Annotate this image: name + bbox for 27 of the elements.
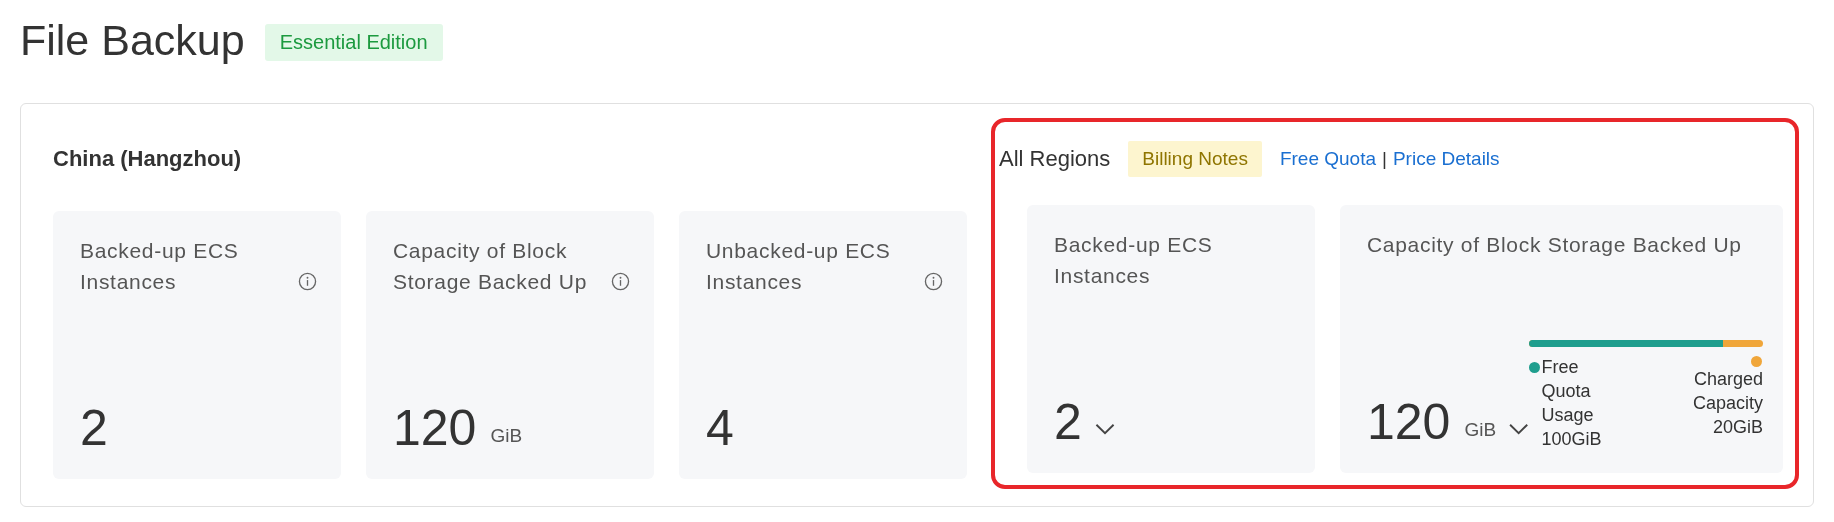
card-label: Capacity of Block Storage Backed Up bbox=[1367, 232, 1742, 258]
legend-label: Charged Capacity 20GiB bbox=[1692, 368, 1763, 439]
stat-unit: GiB bbox=[1464, 419, 1497, 441]
chevron-down-icon[interactable] bbox=[1093, 423, 1116, 435]
info-icon[interactable] bbox=[611, 272, 630, 291]
stat-value: 120 bbox=[1367, 397, 1451, 447]
link[interactable]: Price Details bbox=[1392, 148, 1500, 170]
chevron-down-icon[interactable] bbox=[1508, 423, 1530, 435]
stat-value: 2 bbox=[80, 403, 108, 453]
stat-value: 2 bbox=[1054, 397, 1082, 447]
info-icon[interactable] bbox=[298, 272, 317, 291]
info-icon[interactable] bbox=[924, 272, 943, 291]
stat-value: 120 bbox=[393, 403, 477, 453]
region-heading: All Regions bbox=[999, 146, 1111, 172]
card-label: Capacity of Block Storage Backed Up bbox=[393, 238, 588, 295]
region-heading: China (Hangzhou) bbox=[53, 145, 243, 173]
link[interactable]: Free Quota bbox=[1279, 148, 1376, 170]
legend-label: Free Quota Usage 100GiB bbox=[1541, 356, 1602, 451]
billing-notes-badge[interactable]: Billing Notes bbox=[1128, 141, 1262, 177]
card-label: Backed-up ECS Instances bbox=[1054, 232, 1214, 289]
edition-badge: Essential Edition bbox=[264, 23, 443, 61]
card-label: Unbacked-up ECS Instances bbox=[706, 238, 892, 295]
card-label: Backed-up ECS Instances bbox=[80, 238, 240, 295]
stat-unit: GiB bbox=[490, 425, 523, 447]
link-separator: | bbox=[1382, 148, 1387, 170]
stat-value: 4 bbox=[706, 403, 734, 453]
page-title: File Backup bbox=[20, 15, 245, 65]
